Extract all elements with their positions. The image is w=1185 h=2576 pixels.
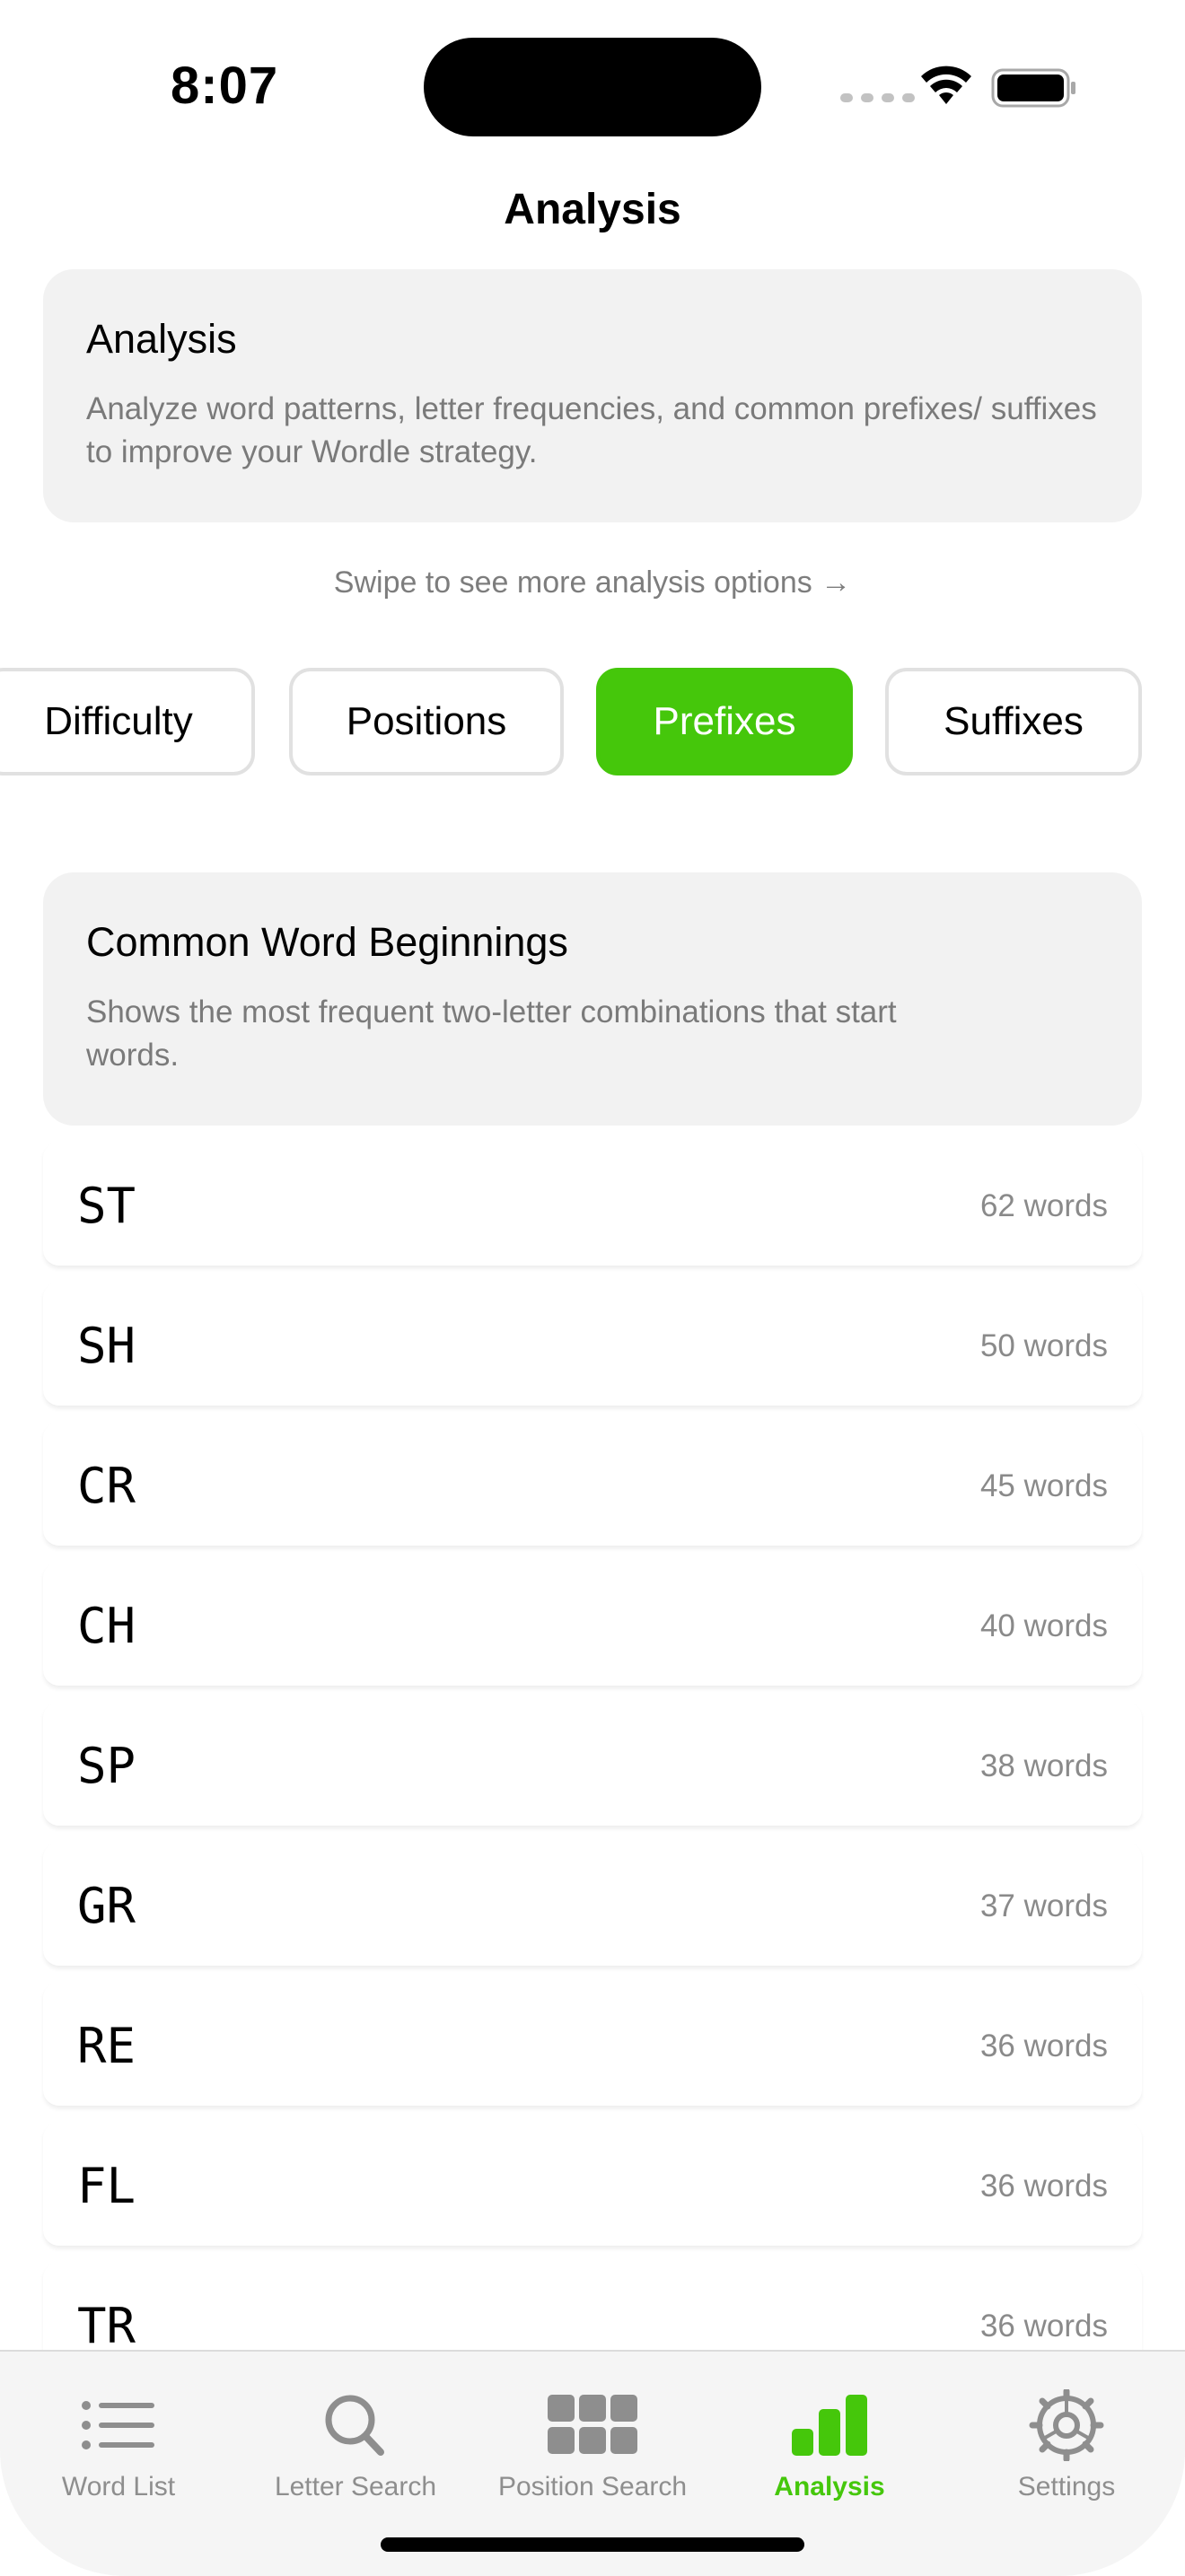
list-item[interactable]: GR 37 words <box>43 1842 1142 1967</box>
list-item[interactable]: SP 38 words <box>43 1702 1142 1827</box>
grid-icon <box>548 2395 637 2454</box>
card-description: Analyze word patterns, letter frequencie… <box>86 391 1097 469</box>
segment-suffixes[interactable]: Suffixes <box>885 668 1142 775</box>
prefix-label: FL <box>77 2158 136 2214</box>
tab-label: Letter Search <box>274 2472 437 2502</box>
tab-word-list[interactable]: Word List <box>0 2373 237 2508</box>
tab-settings[interactable]: Settings <box>948 2373 1185 2508</box>
word-count: 36 words <box>979 2169 1108 2204</box>
tab-position-search[interactable]: Position Search <box>474 2373 711 2508</box>
wifi-icon <box>921 66 971 104</box>
list-item[interactable]: FL 36 words <box>43 2122 1142 2247</box>
prefix-label: RE <box>77 2018 136 2074</box>
segment-difficulty[interactable]: Difficulty <box>0 668 255 775</box>
word-count: 50 words <box>979 1328 1108 1363</box>
tab-analysis[interactable]: Analysis <box>711 2373 948 2508</box>
segment-positions[interactable]: Positions <box>289 668 564 775</box>
word-count: 38 words <box>979 1748 1108 1783</box>
word-count: 37 words <box>979 1888 1108 1923</box>
list-item[interactable]: SH 50 words <box>43 1282 1142 1406</box>
word-count: 36 words <box>979 2028 1108 2063</box>
card-title: Common Word Beginnings <box>86 919 568 965</box>
search-icon <box>325 2395 384 2456</box>
list-icon <box>82 2401 154 2449</box>
card-title: Analysis <box>86 316 237 362</box>
swipe-hint: Swipe to see more analysis options → <box>333 565 852 600</box>
tab-label: Analysis <box>774 2472 885 2502</box>
list-item[interactable]: CR 45 words <box>43 1422 1142 1546</box>
segment-prefixes[interactable]: Prefixes <box>596 668 853 775</box>
home-indicator[interactable] <box>381 2537 804 2552</box>
prefix-label: SH <box>77 1318 136 1374</box>
word-count: 45 words <box>979 1468 1108 1503</box>
tab-label: Settings <box>1017 2472 1116 2502</box>
list-item[interactable]: ST 62 words <box>43 1142 1142 1266</box>
status-time: 8:07 <box>171 57 279 115</box>
page-title: Analysis <box>504 186 681 233</box>
prefix-label: CH <box>77 1598 136 1654</box>
prefix-label: SP <box>77 1738 136 1794</box>
prefix-label: CR <box>77 1458 136 1514</box>
bar-chart-icon <box>792 2395 867 2456</box>
tab-letter-search[interactable]: Letter Search <box>237 2373 474 2508</box>
tab-label: Word List <box>61 2472 176 2502</box>
battery-icon <box>991 68 1075 108</box>
status-bar: 8:07 <box>0 0 1185 171</box>
prefix-label: TR <box>77 2298 136 2354</box>
prefix-info-card: Common Word Beginnings Shows the most fr… <box>43 872 1142 1126</box>
word-count: 62 words <box>979 1188 1108 1223</box>
card-description: Shows the most frequent two-letter combi… <box>86 994 897 1073</box>
cellular-signal-icon <box>840 93 915 102</box>
word-count: 40 words <box>979 1608 1108 1643</box>
list-item[interactable]: RE 36 words <box>43 1982 1142 2107</box>
prefix-label: GR <box>77 1878 136 1934</box>
dynamic-island <box>424 38 761 136</box>
prefix-label: ST <box>77 1178 136 1234</box>
tab-label: Position Search <box>497 2472 688 2502</box>
list-item[interactable]: CH 40 words <box>43 1562 1142 1687</box>
gear-icon <box>1029 2389 1104 2461</box>
analysis-intro-card: Analysis Analyze word patterns, letter f… <box>43 269 1142 522</box>
word-count: 36 words <box>979 2309 1108 2344</box>
